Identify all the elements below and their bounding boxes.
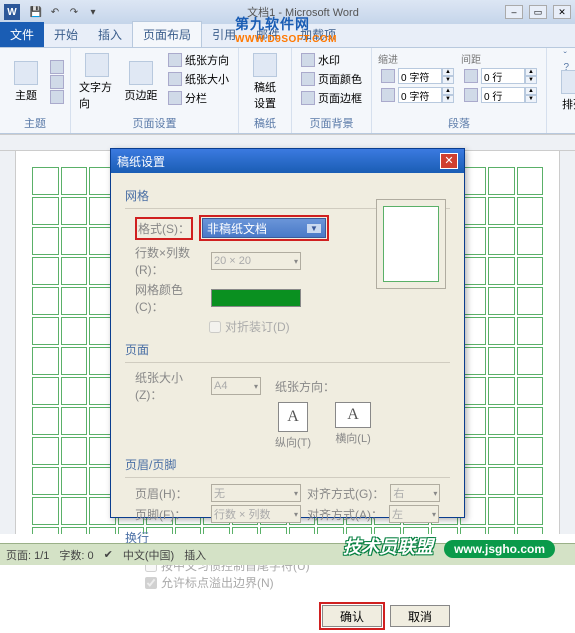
group-label-page-bg: 页面背景: [298, 113, 365, 131]
theme-colors-icon[interactable]: [50, 60, 64, 74]
papersize-select: A4▾: [211, 377, 261, 395]
gridcolor-label: 网格颜色(C)：: [135, 281, 205, 315]
indent-left[interactable]: ▲▼: [378, 67, 457, 85]
section-page: 页面: [125, 341, 450, 358]
gaozhi-settings-button[interactable]: 稿纸 设置: [245, 51, 285, 113]
spacing-after[interactable]: ▲▼: [461, 86, 540, 104]
footer-watermark: 技术员联盟 www.jsgho.com: [343, 533, 555, 559]
group-label-gaozhi: 稿纸: [245, 113, 285, 131]
ribbon-group-gaozhi: 稿纸 设置 稿纸: [239, 48, 292, 133]
spacing-before-input[interactable]: [481, 68, 525, 84]
indent-left-input[interactable]: [398, 68, 442, 84]
indent-right[interactable]: ▲▼: [378, 86, 457, 104]
header-align-select: 右▾: [390, 484, 440, 502]
maximize-button[interactable]: ▭: [529, 5, 547, 19]
close-button[interactable]: ✕: [553, 5, 571, 19]
redo-icon[interactable]: ↷: [66, 4, 82, 20]
grid-preview: [376, 199, 446, 289]
status-mode[interactable]: 插入: [184, 547, 206, 563]
spacing-label: 间距: [461, 51, 540, 66]
dialog-titlebar[interactable]: 稿纸设置 ✕: [111, 149, 464, 173]
ribbon-group-arrange: 排列: [547, 48, 575, 133]
tab-insert[interactable]: 插入: [88, 22, 132, 47]
gridcolor-select: [211, 289, 301, 307]
page-border-button[interactable]: 页面边框: [298, 89, 365, 107]
footer-select: 行数 × 列数▾: [211, 505, 301, 523]
ribbon-group-theme: 主题 主题: [0, 48, 71, 133]
footer-align-label: 对齐方式(A)：: [307, 506, 383, 523]
qat-more-icon[interactable]: ▾: [85, 4, 101, 20]
dialog-title: 稿纸设置: [117, 153, 165, 170]
word-app-icon: W: [4, 4, 20, 20]
ribbon-minimize-icon[interactable]: ˇ?: [563, 51, 569, 73]
theme-button[interactable]: 主题: [6, 51, 46, 113]
papersize-label: 纸张大小(Z)：: [135, 369, 205, 403]
ribbon-group-paragraph: 缩进 ▲▼ ▲▼ 间距 ▲▼ ▲▼ 段落: [372, 48, 547, 133]
orientation-landscape: A横向(L): [335, 402, 371, 450]
indent-label: 缩进: [378, 51, 457, 66]
gaozhi-settings-dialog: 稿纸设置 ✕ 网格 格式(S)： 非稿纸文档▼ 行数×列数(R)：20 × 20…: [110, 148, 465, 518]
format-select[interactable]: 非稿纸文档▼: [202, 218, 326, 238]
spacing-after-input[interactable]: [481, 87, 525, 103]
format-label: 格式(S)：: [138, 222, 190, 236]
margins-button[interactable]: 页边距: [121, 51, 161, 113]
watermark-button[interactable]: 水印: [298, 51, 365, 69]
footer-label: 页脚(F)：: [135, 506, 205, 523]
rowcol-label: 行数×列数(R)：: [135, 244, 205, 278]
dialog-close-button[interactable]: ✕: [440, 153, 458, 169]
ribbon-group-page-bg: 水印 页面颜色 页面边框 页面背景: [292, 48, 372, 133]
spacing-before[interactable]: ▲▼: [461, 67, 540, 85]
paper-size-button[interactable]: 纸张大小: [165, 70, 232, 88]
theme-fonts-icon[interactable]: [50, 75, 64, 89]
columns-button[interactable]: 分栏: [165, 89, 232, 107]
text-direction-button[interactable]: 文字方向: [77, 51, 117, 113]
theme-effects-icon[interactable]: [50, 90, 64, 104]
quick-access-toolbar: 💾 ↶ ↷ ▾: [28, 4, 101, 20]
ribbon: 主题 主题 文字方向 页边距 纸张方向 纸张大小 分栏 页面设置 稿纸 设置 稿…: [0, 48, 575, 134]
wrap-chk2: 允许标点溢出边界(N): [145, 574, 450, 591]
header-label: 页眉(H)：: [135, 485, 205, 502]
group-label-theme: 主题: [6, 113, 64, 131]
group-label-page-setup: 页面设置: [77, 113, 232, 131]
tab-file[interactable]: 文件: [0, 22, 44, 47]
foldbind-checkbox: 对折装订(D): [209, 318, 450, 335]
header-align-label: 对齐方式(G)：: [307, 485, 384, 502]
tab-home[interactable]: 开始: [44, 22, 88, 47]
rowcol-select: 20 × 20▾: [211, 252, 301, 270]
orientation-portrait: A纵向(T): [275, 402, 311, 450]
status-language[interactable]: 中文(中国): [123, 547, 174, 563]
indent-right-input[interactable]: [398, 87, 442, 103]
paperdir-label: 纸张方向：: [275, 378, 335, 395]
vertical-scrollbar[interactable]: [559, 151, 575, 534]
tab-page-layout[interactable]: 页面布局: [132, 21, 202, 47]
status-page[interactable]: 页面: 1/1: [6, 547, 49, 563]
status-words[interactable]: 字数: 0: [59, 547, 93, 563]
section-header-footer: 页眉/页脚: [125, 456, 450, 473]
paper-direction-button[interactable]: 纸张方向: [165, 51, 232, 69]
footer-align-select: 左▾: [389, 505, 439, 523]
undo-icon[interactable]: ↶: [47, 4, 63, 20]
cancel-button[interactable]: 取消: [390, 605, 450, 627]
page-color-button[interactable]: 页面颜色: [298, 70, 365, 88]
ok-button[interactable]: 确认: [322, 605, 382, 627]
header-select: 无▾: [211, 484, 301, 502]
ribbon-group-page-setup: 文字方向 页边距 纸张方向 纸张大小 分栏 页面设置: [71, 48, 239, 133]
site-watermark: 第九软件网 WWW.D9SOFT.COM: [235, 14, 337, 45]
save-icon[interactable]: 💾: [28, 4, 44, 20]
vertical-ruler[interactable]: [0, 151, 16, 534]
group-label-paragraph: 段落: [378, 113, 540, 131]
minimize-button[interactable]: –: [505, 5, 523, 19]
